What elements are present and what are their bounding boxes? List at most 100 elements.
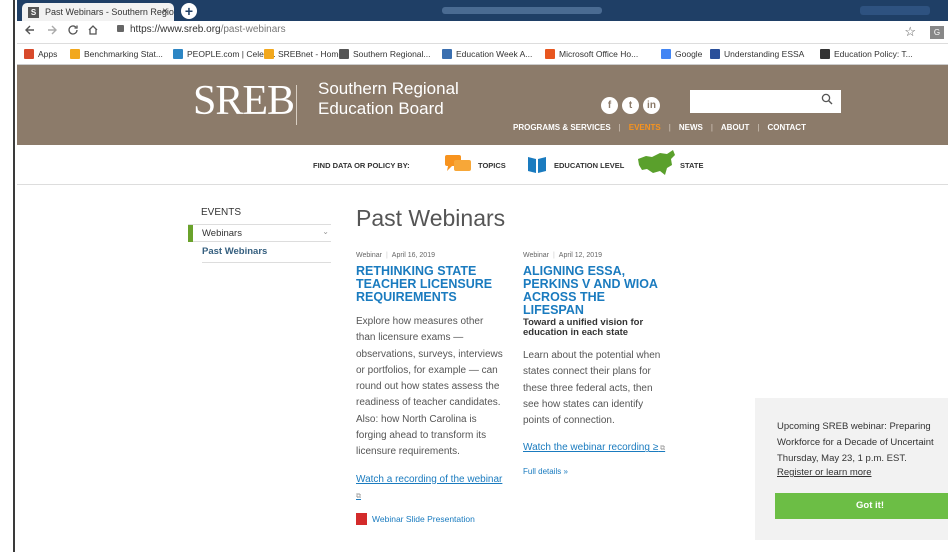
watch-recording-link[interactable]: Watch a recording of the webinar ⧉ xyxy=(356,472,504,504)
pdf-icon xyxy=(356,512,367,525)
bookmark-srebnet[interactable]: SREBnet - Home xyxy=(264,49,343,59)
tab-strip: S Past Webinars - Southern Region × + xyxy=(17,0,948,21)
got-it-button[interactable]: Got it! xyxy=(775,493,948,519)
popup-line: Thursday, May 23, 1 p.m. EST. xyxy=(777,453,907,464)
popup-line: Upcoming SREB webinar: Preparing xyxy=(777,421,931,432)
watch-recording-link[interactable]: Watch the webinar recording ≥ ⧉ xyxy=(523,440,671,456)
bookmarks-bar: Apps Benchmarking Stat... PEOPLE.com | C… xyxy=(17,44,948,65)
sidebar-item-webinars[interactable]: Webinars ⌄ xyxy=(188,224,331,242)
bookmark-label: Southern Regional... xyxy=(353,49,431,59)
address-bar[interactable]: https://www.sreb.org/past-webinars xyxy=(117,24,286,35)
org-name: Southern Regional Education Board xyxy=(318,79,459,119)
nav-news[interactable]: NEWS xyxy=(679,123,703,132)
bookmark-southern-regional[interactable]: Southern Regional... xyxy=(339,49,431,59)
linkedin-icon[interactable]: in xyxy=(643,97,660,114)
bookmark-icon xyxy=(442,49,452,59)
bookmark-label: Benchmarking Stat... xyxy=(84,49,163,59)
nav-separator: | xyxy=(710,123,713,132)
nav-about[interactable]: ABOUT xyxy=(721,123,749,132)
link-label: Watch a recording of the webinar xyxy=(356,473,503,485)
screenshot-frame: S Past Webinars - Southern Region × + ht… xyxy=(0,0,948,552)
site-search-input[interactable] xyxy=(690,90,841,113)
article-title[interactable]: RETHINKING STATE TEACHER LICENSURE REQUI… xyxy=(356,265,501,304)
register-link[interactable]: Register or learn more xyxy=(777,467,872,478)
new-tab-button[interactable]: + xyxy=(181,3,197,19)
facebook-icon[interactable]: f xyxy=(601,97,618,114)
webinar-popup: Upcoming SREB webinar: Preparing Workfor… xyxy=(755,398,948,540)
bookmark-label: SREBnet - Home xyxy=(278,49,344,59)
twitter-icon[interactable]: t xyxy=(622,97,639,114)
article-body: Learn about the potential when states co… xyxy=(523,350,661,427)
logo-divider xyxy=(296,85,297,125)
slide-presentation-link[interactable]: Webinar Slide Presentation xyxy=(356,512,506,525)
home-icon[interactable] xyxy=(87,24,99,36)
search-icon[interactable] xyxy=(821,93,833,105)
nav-contact[interactable]: CONTACT xyxy=(767,123,806,132)
topics-icon[interactable] xyxy=(445,153,473,175)
article-date: April 16, 2019 xyxy=(391,252,435,259)
nav-events[interactable]: EVENTS xyxy=(629,123,661,132)
bookmark-icon xyxy=(710,49,720,59)
main-nav: PROGRAMS & SERVICES | EVENTS | NEWS | ABOUT | CO… xyxy=(513,123,806,132)
sidebar-heading[interactable]: EVENTS xyxy=(201,207,331,218)
browser-tab[interactable]: S Past Webinars - Southern Region × xyxy=(22,3,174,21)
state-map-icon[interactable] xyxy=(636,149,676,177)
url-path: /past-webinars xyxy=(220,24,286,35)
page-title: Past Webinars xyxy=(356,205,506,231)
topics-link[interactable]: TOPICS xyxy=(478,161,506,170)
bookmark-icon xyxy=(820,49,830,59)
bookmark-icon xyxy=(264,49,274,59)
find-bar: FIND DATA OR POLICY BY: TOPICS EDUCATION… xyxy=(17,145,948,185)
bookmark-microsoft-office[interactable]: Microsoft Office Ho... xyxy=(545,49,638,59)
article-body: Explore how measures other than licensur… xyxy=(356,316,503,458)
window-controls[interactable] xyxy=(860,6,930,15)
education-level-link[interactable]: EDUCATION LEVEL xyxy=(554,161,624,170)
tab-title: Past Webinars - Southern Region xyxy=(45,7,174,17)
bookmark-benchmarking[interactable]: Benchmarking Stat... xyxy=(70,49,163,59)
education-level-icon[interactable] xyxy=(527,154,547,174)
pdf-label: Webinar Slide Presentation xyxy=(372,513,475,524)
extension-icon[interactable]: G xyxy=(930,26,944,39)
bookmark-icon xyxy=(661,49,671,59)
article-date: April 12, 2019 xyxy=(558,252,602,259)
chevron-down-icon[interactable]: ⌄ xyxy=(322,227,329,236)
reload-icon[interactable] xyxy=(67,24,79,36)
bookmark-star-icon[interactable]: ☆ xyxy=(904,24,916,40)
bookmark-label: Understanding ESSA xyxy=(724,49,805,59)
social-links: f t in xyxy=(601,95,664,114)
external-link-icon: ⧉ xyxy=(356,492,361,500)
bookmark-icon xyxy=(70,49,80,59)
full-details-link[interactable]: Full details » xyxy=(523,467,673,476)
bookmark-icon xyxy=(339,49,349,59)
bookmark-label: Google xyxy=(675,49,703,59)
bookmark-understanding-essa[interactable]: Understanding ESSA xyxy=(710,49,804,59)
apps-icon xyxy=(24,49,34,59)
org-name-line1: Southern Regional xyxy=(318,79,459,98)
sidebar: EVENTS Webinars ⌄ Past Webinars xyxy=(188,207,331,263)
nav-programs[interactable]: PROGRAMS & SERVICES xyxy=(513,123,611,132)
nav-separator: | xyxy=(757,123,760,132)
blurred-title-text xyxy=(442,7,602,14)
bookmark-google[interactable]: Google xyxy=(661,49,702,59)
bookmark-education-policy[interactable]: Education Policy: T... xyxy=(820,49,913,59)
forward-icon[interactable] xyxy=(46,24,58,36)
find-label: FIND DATA OR POLICY BY: xyxy=(313,161,410,170)
article-card: Webinar | April 16, 2019 RETHINKING STATE … xyxy=(356,252,506,525)
left-border xyxy=(0,0,15,552)
bookmark-label: PEOPLE.com | Celeb... xyxy=(187,49,276,59)
bookmark-apps[interactable]: Apps xyxy=(24,49,57,59)
lock-icon xyxy=(117,25,124,32)
bookmark-people[interactable]: PEOPLE.com | Celeb... xyxy=(173,49,276,59)
link-label: Watch the webinar recording ≥ xyxy=(523,442,659,454)
bookmark-education-week[interactable]: Education Week A... xyxy=(442,49,532,59)
state-link[interactable]: STATE xyxy=(680,161,703,170)
back-icon[interactable] xyxy=(24,24,36,36)
article-type: Webinar xyxy=(523,252,549,259)
close-tab-icon[interactable]: × xyxy=(162,6,168,17)
nav-separator: | xyxy=(618,123,621,132)
sreb-logo[interactable]: SREB xyxy=(193,77,295,125)
sidebar-item-label: Webinars xyxy=(202,228,242,239)
article-title[interactable]: ALIGNING ESSA, PERKINS V AND WIOA ACROSS… xyxy=(523,265,668,317)
sidebar-item-past-webinars[interactable]: Past Webinars xyxy=(202,246,331,263)
bookmark-label: Education Week A... xyxy=(456,49,533,59)
